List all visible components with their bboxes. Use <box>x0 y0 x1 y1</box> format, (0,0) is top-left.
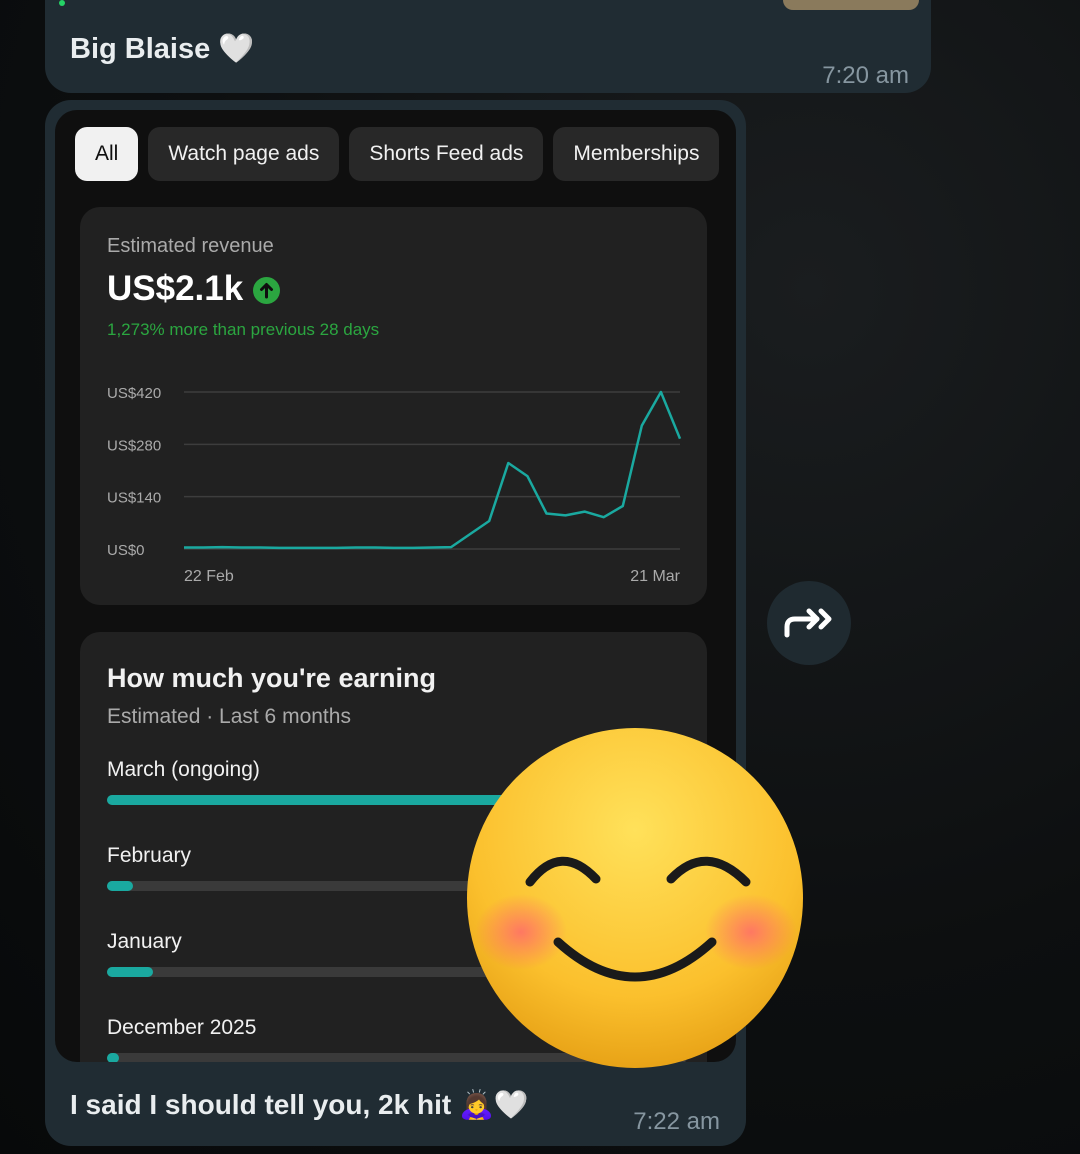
revenue-series-line <box>184 390 682 550</box>
chip-all[interactable]: All <box>75 127 139 181</box>
sender-name: Big Blaise <box>70 33 211 65</box>
message-text: Big Blaise 🤍 <box>70 32 254 66</box>
double-forward-arrow-icon <box>784 608 832 638</box>
message-bubble-previous[interactable]: Big Blaise 🤍 7:20 am <box>45 0 931 93</box>
revenue-value: US$2.1k <box>107 269 244 308</box>
x-tick-label-start: 22 Feb <box>184 568 234 585</box>
revenue-delta: 1,273% more than previous 28 days <box>107 320 380 339</box>
filter-chips: All Watch page ads Shorts Feed ads Membe… <box>75 127 720 181</box>
heart-emoji: 🤍 <box>218 33 255 65</box>
y-tick-label: US$420 <box>107 385 161 402</box>
smiling-face-with-smiling-eyes-emoji[interactable] <box>466 727 804 1069</box>
caption-emojis: 🙇‍♀️🤍 <box>458 1089 529 1120</box>
x-tick-label-end: 21 Mar <box>630 568 680 585</box>
y-tick-label: US$140 <box>107 490 161 507</box>
earnings-subtitle: Estimated · Last 6 months <box>107 705 351 728</box>
month-progress-fill <box>107 967 154 977</box>
quoted-image-thumbnail[interactable] <box>783 0 919 10</box>
arrow-up-circle-icon <box>253 277 280 304</box>
quote-accent-bar <box>59 0 65 6</box>
caption-text: I said I should tell you, 2k hit <box>70 1089 452 1120</box>
y-tick-label: US$0 <box>107 542 145 559</box>
message-time: 7:22 am <box>633 1108 720 1135</box>
message-caption: I said I should tell you, 2k hit 🙇‍♀️🤍 <box>70 1088 529 1121</box>
forward-button[interactable] <box>767 581 851 665</box>
revenue-label: Estimated revenue <box>107 235 274 257</box>
y-tick-label: US$280 <box>107 437 161 454</box>
chip-memberships[interactable]: Memberships <box>553 127 720 181</box>
revenue-line-chart: US$0 US$140 US$280 US$420 22 Feb 21 Mar <box>107 385 682 585</box>
month-progress-fill <box>107 1053 119 1062</box>
message-time: 7:20 am <box>822 62 909 89</box>
revenue-card: Estimated revenue US$2.1k 1,273% more th… <box>80 207 707 605</box>
month-progress-fill <box>107 881 134 891</box>
chip-shorts-feed-ads[interactable]: Shorts Feed ads <box>349 127 544 181</box>
earnings-title: How much you're earning <box>107 663 436 693</box>
chip-watch-page-ads[interactable]: Watch page ads <box>148 127 340 181</box>
